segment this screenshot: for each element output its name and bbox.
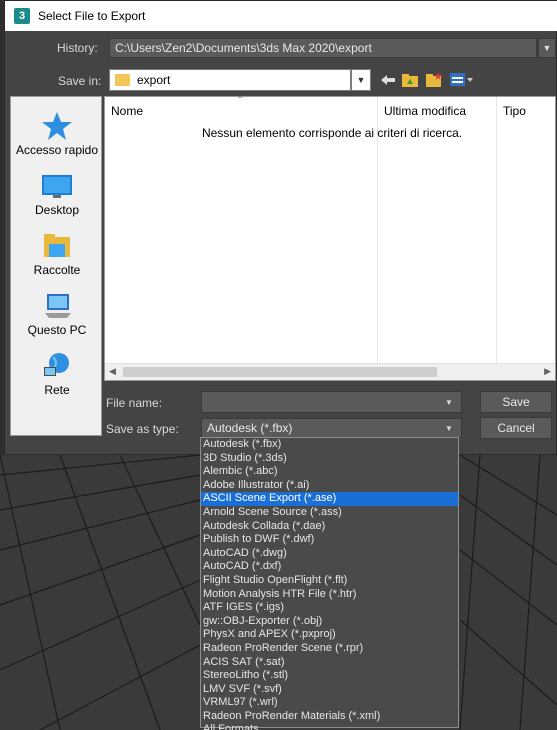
save-as-type-select[interactable]: Autodesk (*.fbx) (201, 418, 462, 438)
type-option[interactable]: AutoCAD (*.dwg) (201, 547, 458, 561)
column-header-modified[interactable]: Ultima modifica (384, 104, 466, 118)
save-in-label: Save in: (58, 74, 102, 88)
type-option[interactable]: 3D Studio (*.3ds) (201, 452, 458, 466)
places-bar: Accesso rapido Desktop Raccolte Questo P… (10, 96, 102, 436)
type-option[interactable]: Publish to DWF (*.dwf) (201, 533, 458, 547)
history-dropdown-arrow[interactable]: ▼ (538, 38, 556, 58)
scroll-left-icon[interactable]: ◀ (109, 366, 116, 377)
network-icon (41, 351, 73, 381)
file-name-dropdown-arrow[interactable]: ▼ (445, 398, 453, 407)
sort-arrow-icon: ⌃ (236, 95, 245, 106)
place-label: Questo PC (27, 323, 87, 337)
cancel-button[interactable]: Cancel (480, 417, 552, 439)
column-header-name[interactable]: Nome (111, 104, 143, 118)
type-option[interactable]: ASCII Scene Export (*.ase) (201, 492, 458, 506)
type-option[interactable]: VRML97 (*.wrl) (201, 696, 458, 710)
type-option[interactable]: LMV SVF (*.svf) (201, 683, 458, 697)
save-as-type-arrow[interactable]: ▼ (445, 424, 453, 433)
star-icon (41, 111, 73, 141)
app-icon: 3 (14, 8, 30, 24)
type-option[interactable]: StereoLitho (*.stl) (201, 669, 458, 683)
type-option[interactable]: AutoCAD (*.dxf) (201, 560, 458, 574)
type-option[interactable]: All Formats (201, 723, 458, 730)
history-label: History: (57, 41, 98, 55)
file-list[interactable]: Nome ⌃ Ultima modifica Tipo Nessun eleme… (104, 95, 556, 381)
type-option[interactable]: Radeon ProRender Materials (*.xml) (201, 710, 458, 724)
type-option[interactable]: Autodesk (*.fbx) (201, 438, 458, 452)
column-header-type[interactable]: Tipo (503, 104, 526, 118)
desktop-icon (41, 171, 73, 201)
type-option[interactable]: ACIS SAT (*.sat) (201, 656, 458, 670)
file-name-input[interactable] (201, 391, 462, 413)
horizontal-scrollbar[interactable]: ◀ ▶ (105, 363, 555, 380)
save-as-type-label: Save as type: (106, 422, 179, 436)
place-label: Rete (44, 383, 70, 397)
save-in-dropdown[interactable]: export (109, 69, 351, 91)
back-arrow-icon[interactable] (379, 71, 397, 89)
place-quick-access[interactable]: Accesso rapido (11, 105, 103, 165)
type-option[interactable]: Autodesk Collada (*.dae) (201, 520, 458, 534)
column-divider[interactable] (496, 97, 497, 365)
new-folder-icon[interactable] (425, 71, 443, 89)
libraries-icon (41, 231, 73, 261)
up-folder-icon[interactable] (401, 71, 419, 89)
place-libraries[interactable]: Raccolte (11, 225, 103, 285)
place-network[interactable]: Rete (11, 345, 103, 405)
history-dropdown[interactable]: C:\Users\Zen2\Documents\3ds Max 2020\exp… (109, 38, 537, 58)
type-option[interactable]: Adobe Illustrator (*.ai) (201, 479, 458, 493)
view-menu-icon[interactable] (449, 71, 475, 89)
place-label: Desktop (34, 203, 80, 217)
type-option[interactable]: Motion Analysis HTR File (*.htr) (201, 588, 458, 602)
title-bar: 3 Select File to Export (5, 1, 557, 31)
type-option[interactable]: PhysX and APEX (*.pxproj) (201, 628, 458, 642)
dialog-title: Select File to Export (38, 9, 146, 23)
file-name-label: File name: (106, 396, 163, 410)
type-option[interactable]: Radeon ProRender Scene (*.rpr) (201, 642, 458, 656)
save-in-dropdown-arrow[interactable]: ▼ (351, 69, 371, 91)
computer-icon (41, 291, 73, 321)
type-option[interactable]: Alembic (*.abc) (201, 465, 458, 479)
place-label: Raccolte (33, 263, 81, 277)
save-in-value: export (137, 73, 171, 87)
type-option[interactable]: gw::OBJ-Exporter (*.obj) (201, 615, 458, 629)
save-as-type-options[interactable]: Autodesk (*.fbx) 3D Studio (*.3ds) Alembic… (200, 437, 459, 730)
empty-message: Nessun elemento corrisponde ai criteri d… (202, 126, 463, 140)
place-this-pc[interactable]: Questo PC (11, 285, 103, 345)
scroll-right-icon[interactable]: ▶ (544, 366, 551, 377)
place-label: Accesso rapido (15, 143, 99, 157)
scrollbar-thumb[interactable] (123, 367, 437, 377)
type-option[interactable]: Arnold Scene Source (*.ass) (201, 506, 458, 520)
type-option[interactable]: Flight Studio OpenFlight (*.flt) (201, 574, 458, 588)
folder-icon (115, 74, 130, 86)
export-dialog: 3 Select File to Export History: C:\User… (4, 0, 557, 455)
save-button[interactable]: Save (480, 391, 552, 413)
place-desktop[interactable]: Desktop (11, 165, 103, 225)
type-option[interactable]: ATF IGES (*.igs) (201, 601, 458, 615)
